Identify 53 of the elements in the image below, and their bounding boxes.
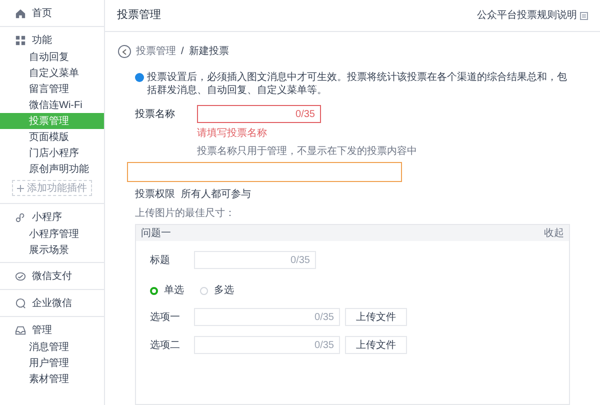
radio-button[interactable] — [200, 286, 208, 294]
sidebar-item[interactable]: 自动回复 — [0, 49, 104, 65]
radio-button[interactable] — [150, 286, 158, 294]
sidebar-section-title[interactable]: 首页 — [32, 6, 52, 20]
sidebar-item[interactable]: 自定义菜单 — [0, 65, 104, 81]
back-button[interactable] — [118, 45, 131, 58]
field-label: 投票名称 — [135, 108, 176, 122]
sidebar-section-title[interactable]: 微信支付 — [32, 268, 72, 284]
sidebar-item[interactable]: 门店小程序 — [0, 145, 104, 161]
plus-icon — [17, 184, 24, 192]
notice-text: 投票设置后，必须插入图文消息中才可生效。投票将统计该投票在各个渠道的综合结果总和，包括群发消息、自动回复、自定义菜单等。 — [147, 71, 568, 97]
upload-button[interactable]: 上传文件 — [345, 336, 407, 354]
sidebar-item[interactable]: 消息管理 — [0, 339, 104, 355]
upload-hint: 上传图片的最佳尺寸： — [134, 206, 236, 221]
home-icon — [15, 8, 26, 18]
breadcrumb-separator: / — [181, 45, 184, 59]
payment-icon — [15, 270, 26, 282]
sidebar-item[interactable]: 页面模版 — [0, 129, 104, 145]
sidebar-item[interactable]: 小程序管理 — [0, 226, 104, 242]
error-message: 请填写投票名称 — [197, 126, 268, 141]
grid-icon — [15, 34, 26, 46]
breadcrumb-current: 新建投票 — [188, 44, 229, 59]
deadline-field[interactable] — [127, 162, 402, 182]
breadcrumb-link[interactable]: 投票管理 — [136, 44, 176, 59]
sidebar-item[interactable]: 留言管理 — [0, 81, 104, 97]
radio-label: 单选 — [164, 284, 184, 298]
upload-button[interactable]: 上传文件 — [345, 308, 407, 326]
field-label: 投票权限 — [135, 188, 175, 202]
sidebar-item[interactable]: 原创声明功能 — [0, 161, 104, 177]
field-label: 标题 — [150, 254, 171, 268]
permission-value: 所有人都可参与 — [181, 188, 251, 202]
sidebar-section-title[interactable]: 企业微信 — [32, 296, 72, 310]
sidebar-item[interactable]: 素材管理 — [0, 371, 104, 387]
option-label: 选项一 — [150, 310, 180, 324]
info-icon — [135, 73, 144, 82]
sidebar-section-title[interactable]: 功能 — [32, 32, 52, 48]
vote-name-field[interactable]: 0/35 — [197, 105, 321, 123]
option-label: 选项二 — [150, 338, 180, 352]
sidebar-item[interactable]: 微信连Wi-Fi — [0, 97, 104, 113]
radio-label: 多选 — [214, 284, 234, 298]
chevron-left-icon — [122, 48, 127, 54]
link-icon — [15, 212, 26, 222]
sidebar-item[interactable]: 用户管理 — [0, 355, 104, 371]
collapse-link[interactable]: 收起 — [544, 226, 564, 240]
question-title: 问题一 — [141, 226, 171, 240]
sidebar-section-title[interactable]: 管理 — [32, 322, 52, 338]
sidebar-section-title[interactable]: 小程序 — [32, 210, 62, 224]
inbox-icon — [15, 324, 26, 336]
page-title: 投票管理 — [117, 8, 161, 24]
rules-link[interactable]: 公众平台投票规则说明 — [477, 8, 577, 23]
hint-text: 投票名称只用于管理，不显示在下发的投票内容中 — [197, 144, 418, 159]
document-icon — [580, 12, 588, 20]
sidebar-item[interactable]: 展示场景 — [0, 242, 104, 258]
